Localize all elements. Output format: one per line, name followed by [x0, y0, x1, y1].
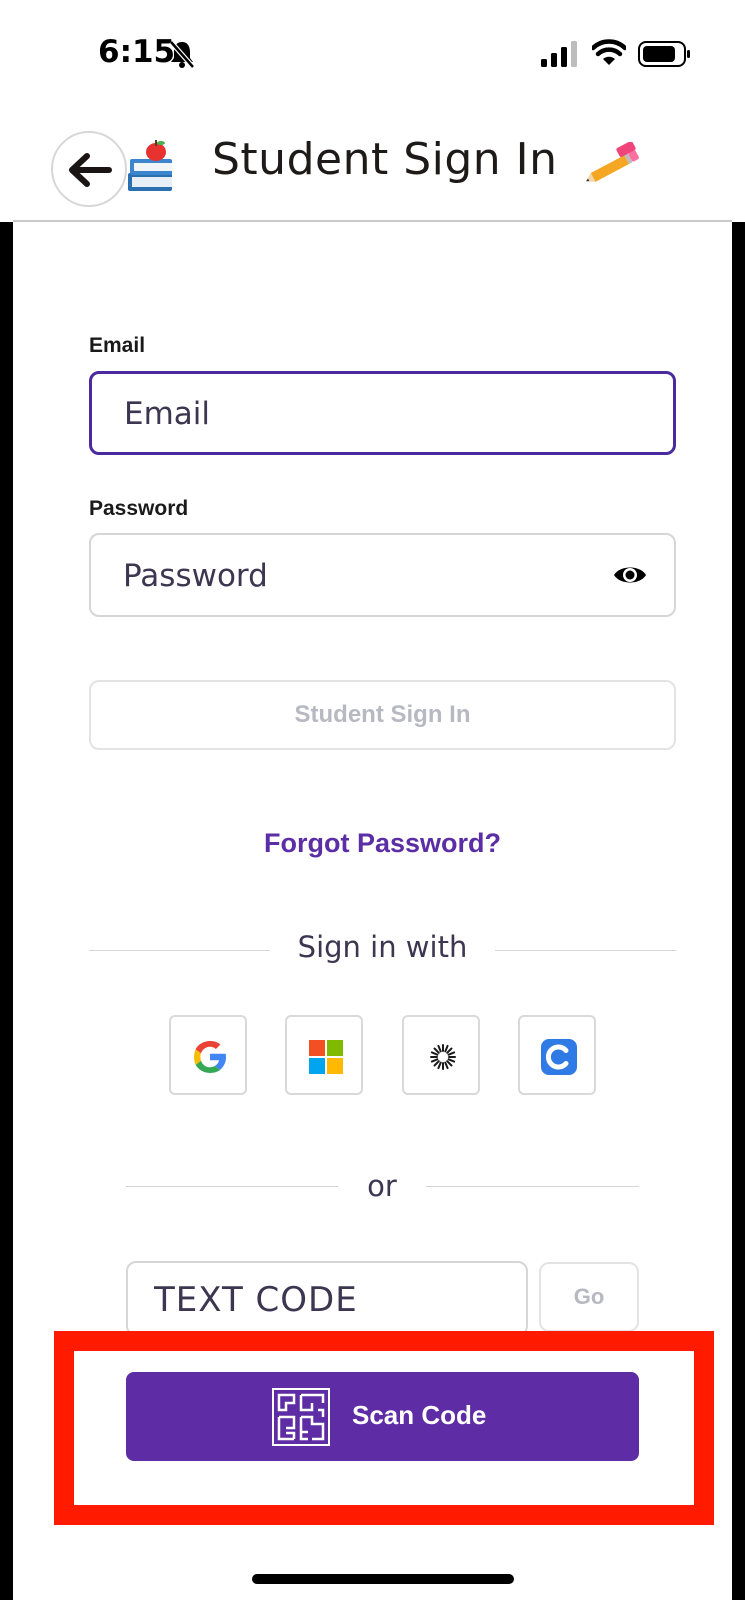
- scan-code-label: Scan Code: [352, 1400, 487, 1430]
- or-divider-line-right: [426, 1186, 639, 1187]
- google-icon: [194, 1041, 226, 1073]
- sign-in-with-label: Sign in with: [297, 930, 468, 964]
- sunburst-icon: [430, 1044, 456, 1070]
- go-button[interactable]: Go: [539, 1262, 639, 1332]
- email-label: Email: [89, 334, 146, 357]
- google-sign-in-button[interactable]: [169, 1015, 247, 1095]
- student-sign-in-screen: 6:15 Student Sign In Email Email Passwor…: [0, 0, 745, 1600]
- divider-line-right: [495, 950, 676, 951]
- header-divider: [13, 220, 732, 222]
- text-code-input[interactable]: [152, 1263, 506, 1336]
- back-button[interactable]: [51, 131, 127, 207]
- classlink-c-icon: [541, 1039, 577, 1075]
- status-bar: 6:15: [0, 0, 745, 110]
- bell-muted-icon: [169, 40, 195, 69]
- battery-icon: [638, 41, 690, 67]
- or-divider-line-left: [126, 1186, 338, 1187]
- microsoft-sign-in-button[interactable]: [285, 1015, 363, 1095]
- clever-sign-in-button[interactable]: [402, 1015, 480, 1095]
- screen-edge-right: [732, 0, 745, 1600]
- show-password-eye-icon[interactable]: [612, 561, 648, 589]
- forgot-password-link[interactable]: Forgot Password?: [0, 828, 745, 859]
- home-indicator[interactable]: [252, 1574, 514, 1584]
- microsoft-icon: [309, 1040, 343, 1074]
- text-code-field[interactable]: [126, 1261, 528, 1336]
- qr-code-icon: [272, 1388, 330, 1446]
- divider-line-left: [89, 950, 270, 951]
- wifi-icon: [592, 39, 626, 65]
- pencil-eraser-icon: [586, 142, 639, 182]
- cellular-signal-icon: [541, 41, 577, 67]
- or-label: or: [367, 1169, 397, 1203]
- student-sign-in-button[interactable]: Student Sign In: [89, 680, 676, 750]
- email-input[interactable]: [122, 374, 596, 454]
- scan-code-button[interactable]: Scan Code: [126, 1372, 639, 1461]
- password-label: Password: [89, 497, 189, 520]
- classlink-sign-in-button[interactable]: [518, 1015, 596, 1095]
- status-time: 6:15: [98, 34, 176, 70]
- password-input[interactable]: [121, 535, 595, 617]
- screen-edge-left: [0, 0, 13, 1600]
- page-title: Student Sign In: [212, 134, 558, 185]
- email-field[interactable]: [89, 371, 676, 455]
- password-field[interactable]: [89, 533, 676, 617]
- arrow-left-icon: [69, 153, 112, 187]
- books-apple-icon: [128, 140, 172, 191]
